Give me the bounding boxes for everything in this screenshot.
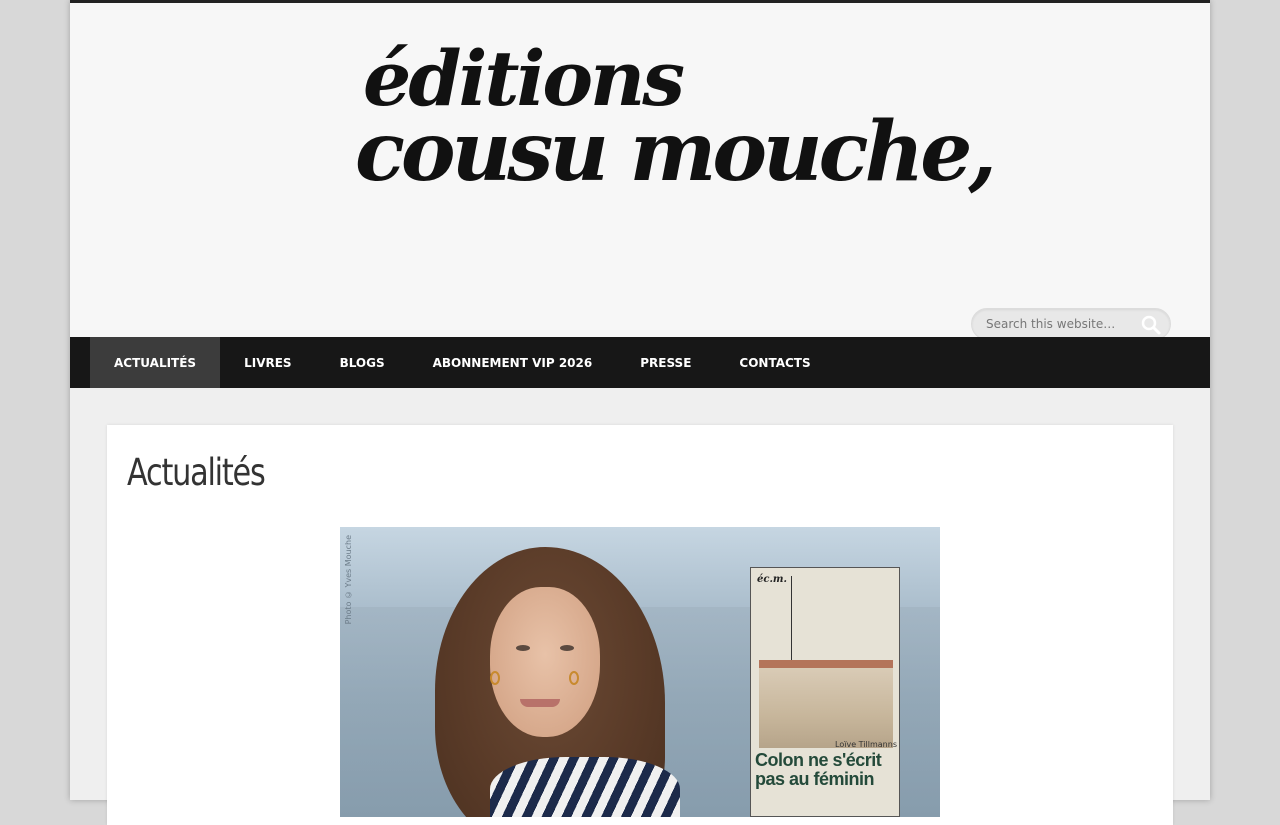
site-logo[interactable]: éditions cousu mouche, bbox=[355, 41, 997, 216]
portrait-mouth bbox=[520, 699, 560, 707]
nav-item-blogs[interactable]: BLOGS bbox=[316, 337, 409, 388]
nav-item-livres[interactable]: LIVRES bbox=[220, 337, 315, 388]
book-title: Colon ne s'écrit pas au féminin bbox=[755, 750, 882, 789]
nav-item-abonnement-vip[interactable]: ABONNEMENT VIP 2026 bbox=[409, 337, 617, 388]
search-input[interactable] bbox=[986, 309, 1136, 339]
earring-left bbox=[490, 671, 500, 685]
featured-image[interactable]: Photo © Yves Mouche éc.m. Loïve Tillmann… bbox=[340, 527, 940, 817]
site-header: éditions cousu mouche, bbox=[70, 3, 1210, 340]
book-publisher-logo: éc.m. bbox=[757, 574, 787, 585]
nav-item-actualites[interactable]: ACTUALITÉS bbox=[90, 337, 221, 388]
striped-shirt bbox=[490, 757, 680, 817]
primary-nav: ACTUALITÉS LIVRES BLOGS ABONNEMENT VIP 2… bbox=[70, 337, 1210, 388]
page-title: Actualités bbox=[127, 451, 266, 494]
site-container: éditions cousu mouche, ACTUALITÉS LIVRES… bbox=[70, 0, 1210, 825]
nav-item-presse[interactable]: PRESSE bbox=[616, 337, 715, 388]
main-content: Actualités Photo © Yves Mouche éc.m. Loï… bbox=[107, 425, 1173, 825]
photo-credit: Photo © Yves Mouche bbox=[344, 535, 353, 625]
search-form bbox=[971, 308, 1171, 340]
book-house-illustration bbox=[759, 668, 893, 748]
logo-line-2: cousu mouche, bbox=[355, 104, 997, 200]
earring-right bbox=[569, 671, 579, 685]
portrait-face bbox=[490, 587, 600, 737]
portrait-eye-left bbox=[516, 645, 530, 651]
nav-item-contacts[interactable]: CONTACTS bbox=[715, 337, 834, 388]
search-button[interactable] bbox=[1140, 314, 1162, 336]
book-cover: éc.m. Loïve Tillmanns Colon ne s'écrit p… bbox=[750, 567, 900, 817]
book-author: Loïve Tillmanns bbox=[835, 740, 897, 749]
portrait-eye-right bbox=[560, 645, 574, 651]
search-icon bbox=[1141, 315, 1161, 335]
